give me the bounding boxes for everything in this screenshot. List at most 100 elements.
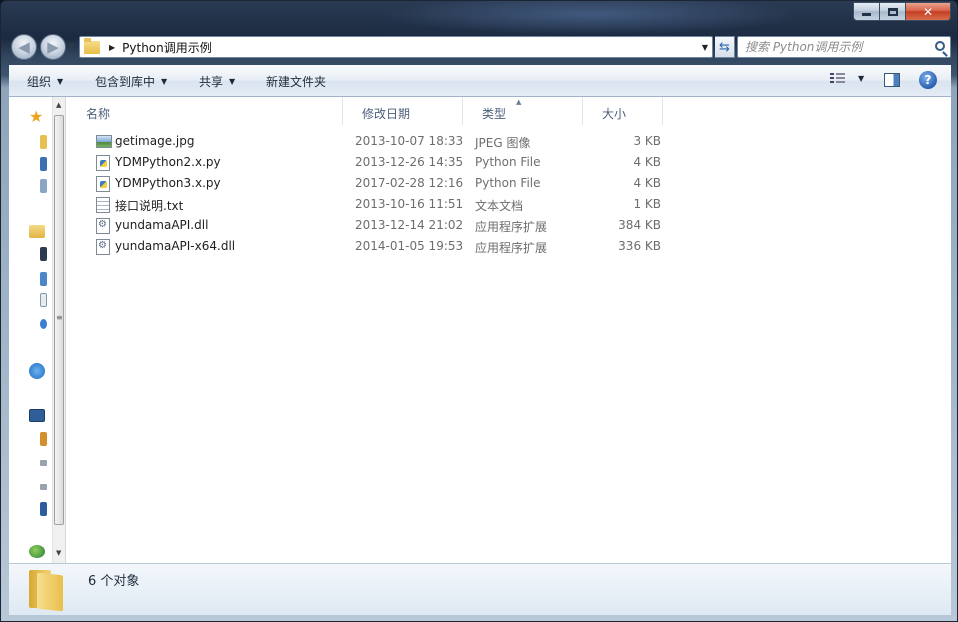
search-input[interactable] [745, 40, 925, 54]
sort-ascending-icon: ▲ [516, 98, 522, 106]
file-date: 2013-10-16 11:51 [355, 197, 464, 211]
file-date: 2013-12-26 14:35 [355, 155, 464, 169]
column-header-type[interactable]: 类型 [463, 97, 583, 125]
details-pane: 6 个对象 [9, 563, 951, 615]
scroll-down-icon[interactable]: ▼ [56, 549, 61, 557]
homegroup-icon[interactable] [29, 363, 45, 379]
new-folder-label: 新建文件夹 [266, 75, 327, 89]
file-date: 2017-02-28 12:16 [355, 176, 464, 190]
file-date: 2013-10-07 18:33 [355, 134, 464, 148]
drive-icon[interactable] [40, 460, 47, 466]
include-in-library-label: 包含到库中 [95, 75, 156, 89]
music-icon[interactable] [40, 319, 47, 329]
search-icon[interactable] [935, 41, 945, 51]
python-file-icon [96, 155, 110, 171]
address-history-dropdown[interactable]: ▼ [702, 43, 708, 52]
file-size: 3 KB [633, 134, 661, 148]
new-folder-button[interactable]: 新建文件夹 [266, 73, 326, 90]
file-date: 2013-12-14 21:02 [355, 218, 464, 232]
file-name: YDMPython2.x.py [115, 155, 221, 169]
file-type: Python File [475, 176, 541, 190]
command-bar: 组织 ▼ 包含到库中 ▼ 共享 ▼ 新建文件夹 ▼ ? [9, 65, 951, 97]
address-bar[interactable]: ▶ Python调用示例 ▼ [79, 36, 713, 58]
desktop-icon[interactable] [40, 157, 47, 171]
file-row[interactable]: 接口说明.txt 2013-10-16 11:51 文本文档 1 KB [87, 194, 662, 215]
search-box[interactable] [737, 36, 951, 58]
share-menu[interactable]: 共享 ▼ [199, 73, 235, 90]
item-count: 6 个对象 [88, 574, 140, 589]
drive-icon[interactable] [40, 484, 47, 490]
share-label: 共享 [199, 75, 224, 89]
refresh-icon: ⇆ [719, 39, 730, 55]
close-icon: ✕ [922, 4, 934, 19]
file-row[interactable]: getimage.jpg 2013-10-07 18:33 JPEG 图像 3 … [87, 131, 662, 152]
file-name: 接口说明.txt [115, 199, 184, 213]
navigation-row: ◀ ▶ ▼ ▶ Python调用示例 ▼ ⇆ [9, 33, 951, 61]
refresh-button[interactable]: ⇆ [715, 36, 735, 58]
chevron-down-icon: ▼ [229, 77, 236, 86]
column-header-date[interactable]: 修改日期 [343, 97, 463, 125]
folder-icon [29, 570, 63, 612]
organize-label: 组织 [27, 75, 52, 89]
local-disk-icon[interactable] [40, 432, 47, 446]
file-list: 名称 修改日期 类型 大小 ▲ getimage.jpg 2013-10-07 … [67, 97, 951, 563]
documents-icon[interactable] [40, 293, 47, 307]
file-type: 文本文档 [475, 199, 524, 213]
minimize-icon [862, 12, 871, 16]
column-header-size[interactable]: 大小 [583, 97, 663, 125]
chevron-down-icon: ▼ [57, 77, 64, 86]
scroll-up-icon[interactable]: ▲ [56, 101, 61, 109]
folder-icon [84, 37, 100, 54]
file-name: yundamaAPI-x64.dll [115, 239, 236, 253]
column-headers: 名称 修改日期 类型 大小 ▲ [67, 97, 667, 125]
videos-icon[interactable] [40, 247, 47, 261]
drive-icon[interactable] [40, 502, 47, 516]
maximize-button[interactable] [880, 2, 906, 21]
content-area: ★ ▲ ≡ ▼ 名称 修改日期 类型 大小 ▲ getimage.jpg 201… [9, 97, 951, 563]
forward-button[interactable]: ▶ [40, 34, 66, 60]
file-size: 336 KB [618, 239, 661, 253]
title-glass-decoration [381, 1, 801, 35]
libraries-icon[interactable] [29, 225, 45, 238]
file-name: yundamaAPI.dll [115, 218, 209, 232]
preview-pane-icon[interactable] [884, 73, 900, 87]
recent-places-icon[interactable] [40, 179, 47, 193]
include-in-library-menu[interactable]: 包含到库中 ▼ [95, 73, 167, 90]
breadcrumb-current-folder[interactable]: Python调用示例 [122, 39, 212, 56]
file-row[interactable]: yundamaAPI-x64.dll 2014-01-05 19:53 应用程序… [87, 236, 662, 257]
favorites-star-icon[interactable]: ★ [29, 109, 45, 125]
navigation-scrollbar[interactable]: ▲ ≡ ▼ [52, 97, 65, 563]
breadcrumb-chevron-icon[interactable]: ▶ [109, 43, 115, 52]
arrow-right-icon: ▶ [47, 38, 59, 56]
dll-file-icon [96, 239, 110, 255]
file-type: JPEG 图像 [475, 136, 531, 150]
image-file-icon [96, 135, 112, 148]
file-type: 应用程序扩展 [475, 220, 548, 234]
help-icon[interactable]: ? [919, 71, 937, 89]
text-file-icon [96, 197, 110, 213]
minimize-button[interactable] [853, 2, 880, 21]
file-size: 1 KB [633, 197, 661, 211]
close-button[interactable]: ✕ [906, 2, 951, 21]
file-row[interactable]: yundamaAPI.dll 2013-12-14 21:02 应用程序扩展 3… [87, 215, 662, 236]
file-row[interactable]: YDMPython2.x.py 2013-12-26 14:35 Python … [87, 152, 662, 173]
pictures-icon[interactable] [40, 272, 47, 286]
file-size: 384 KB [618, 218, 661, 232]
dll-file-icon [96, 218, 110, 234]
view-list-icon [830, 72, 845, 85]
recent-pages-dropdown[interactable]: ▼ [68, 41, 74, 50]
column-header-name[interactable]: 名称 [67, 97, 343, 125]
file-name: YDMPython3.x.py [115, 176, 221, 190]
maximize-icon [887, 7, 898, 16]
file-name: getimage.jpg [115, 134, 195, 148]
computer-icon[interactable] [29, 409, 45, 422]
network-icon[interactable] [29, 545, 45, 558]
file-size: 4 KB [633, 176, 661, 190]
change-view-button[interactable]: ▼ [830, 72, 864, 85]
file-row[interactable]: YDMPython3.x.py 2017-02-28 12:16 Python … [87, 173, 662, 194]
folder-icon[interactable] [40, 135, 47, 149]
caption-buttons: ✕ [853, 2, 951, 21]
back-button[interactable]: ◀ [11, 34, 37, 60]
scrollbar-grip-icon: ≡ [56, 313, 63, 322]
organize-menu[interactable]: 组织 ▼ [27, 73, 63, 90]
